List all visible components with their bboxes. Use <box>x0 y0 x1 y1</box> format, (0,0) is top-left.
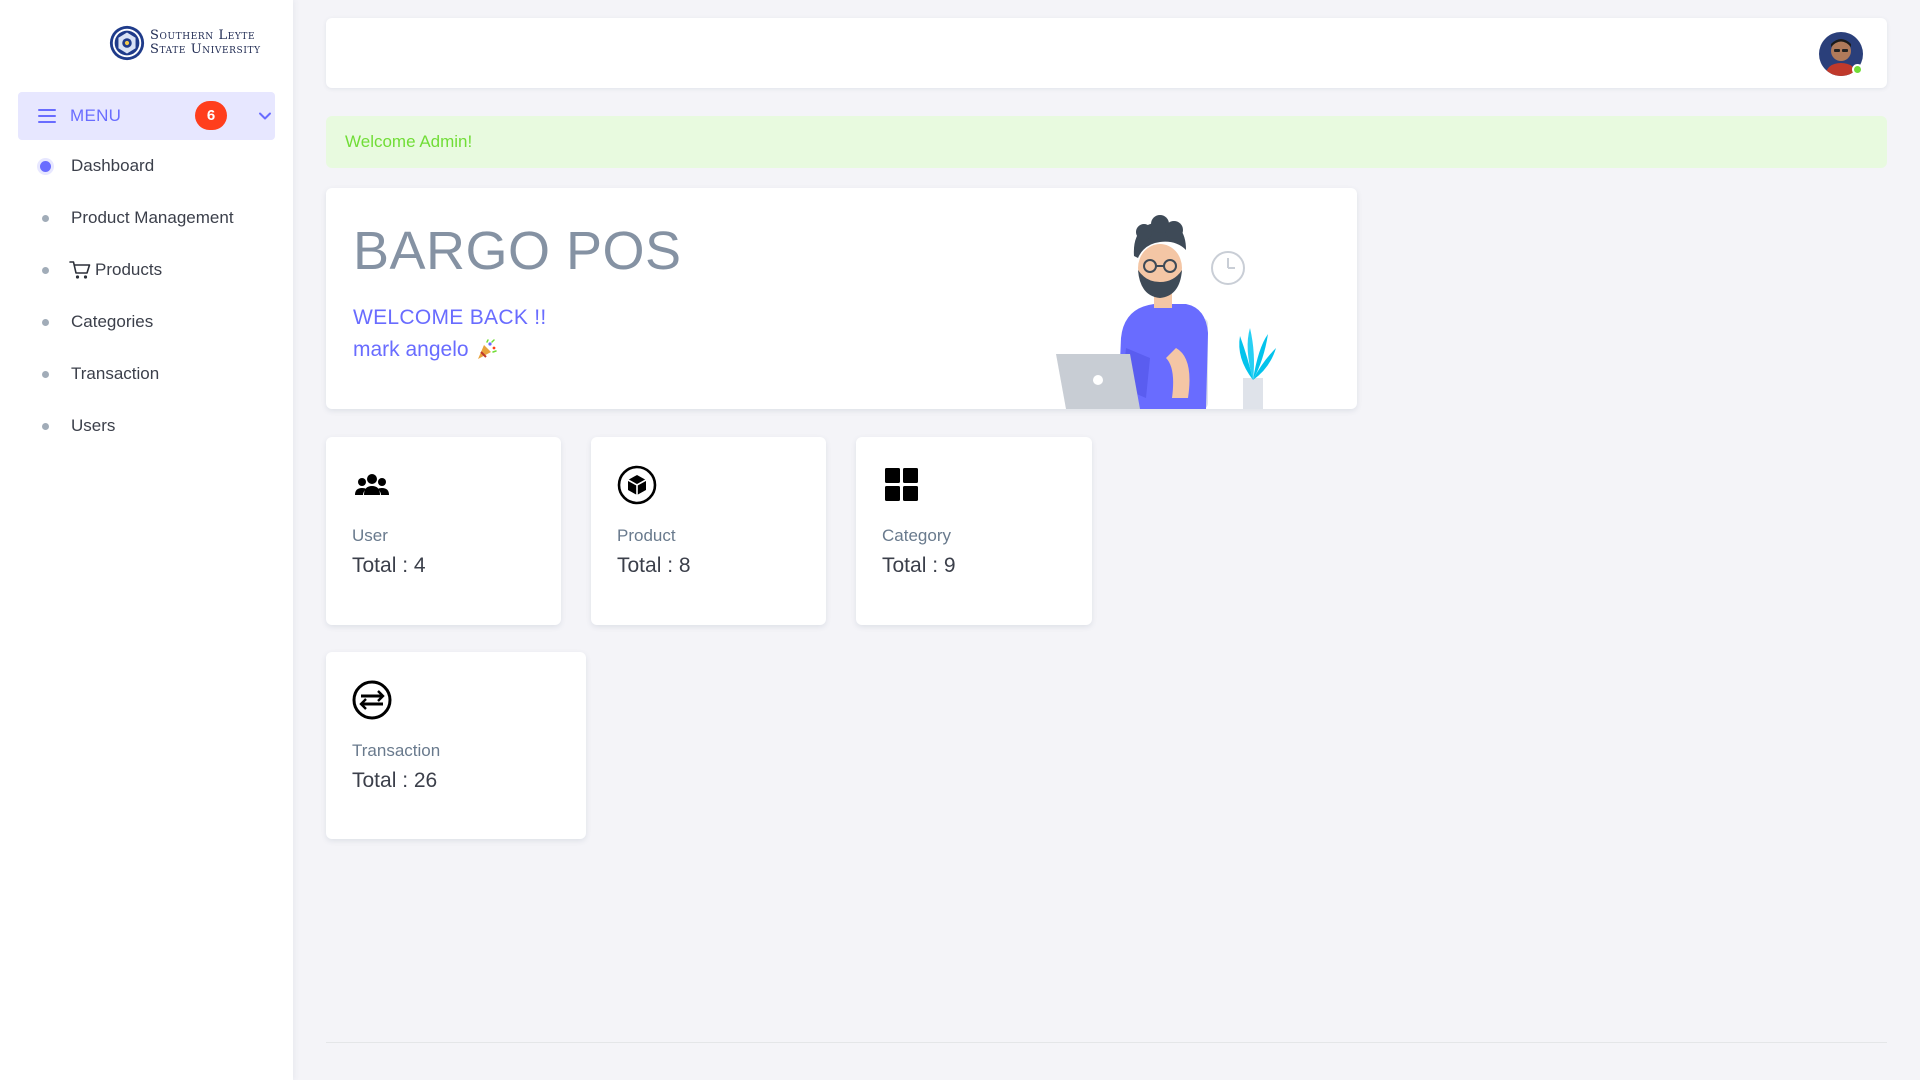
sidebar: Southern Leyte State University MENU 6 D… <box>0 0 293 1080</box>
sidebar-item-label: Categories <box>71 312 154 331</box>
brand-line-2: State University <box>150 42 261 57</box>
user-name-text: mark angelo <box>353 338 469 361</box>
app-title: BARGO POS <box>353 221 682 281</box>
stat-value: Total : 9 <box>882 554 956 577</box>
bullet-icon <box>42 318 49 326</box>
sidebar-item-label: Users <box>71 416 116 435</box>
sidebar-item-users[interactable]: Users <box>18 400 275 452</box>
hamburger-icon <box>38 109 56 123</box>
welcome-subtitle: WELCOME BACK !! <box>353 306 547 329</box>
sidebar-item-transaction[interactable]: Transaction <box>18 348 275 400</box>
university-seal-icon <box>109 25 145 61</box>
menu-count-badge: 6 <box>195 101 227 130</box>
party-popper-icon <box>477 339 497 359</box>
man-with-laptop-illustration <box>1056 215 1276 409</box>
user-avatar[interactable] <box>1819 32 1863 76</box>
stat-value: Total : 4 <box>352 554 426 577</box>
sidebar-item-label: Transaction <box>71 364 160 383</box>
transaction-icon <box>352 680 392 720</box>
stat-card-user[interactable]: User Total : 4 <box>326 437 561 625</box>
box-icon <box>617 465 657 505</box>
sidebar-item-dashboard[interactable]: Dashboard <box>18 140 275 192</box>
stat-label: Transaction <box>352 741 441 760</box>
grid-icon <box>882 465 922 505</box>
footer-divider <box>326 1042 1887 1043</box>
menu-toggle[interactable]: MENU 6 <box>18 92 275 140</box>
top-navbar <box>326 18 1887 88</box>
online-status-indicator <box>1852 64 1863 75</box>
welcome-alert: Welcome Admin! <box>326 116 1887 168</box>
brand-logo[interactable]: Southern Leyte State University <box>108 24 261 62</box>
sidebar-item-categories[interactable]: Categories <box>18 296 275 348</box>
chevron-down-icon[interactable] <box>258 109 272 123</box>
bullet-icon <box>42 422 49 430</box>
sidebar-item-product-management[interactable]: Product Management <box>18 192 275 244</box>
welcome-card: BARGO POS WELCOME BACK !! mark angelo <box>326 188 1357 409</box>
sidebar-item-products[interactable]: Products <box>18 244 275 296</box>
welcome-user-name: mark angelo <box>353 338 497 362</box>
active-bullet-icon <box>40 160 51 172</box>
stat-value: Total : 8 <box>617 554 691 577</box>
bullet-icon <box>42 370 49 378</box>
brand-line-1: Southern Leyte <box>150 28 256 43</box>
stat-label: Category <box>882 526 951 545</box>
stat-card-product[interactable]: Product Total : 8 <box>591 437 826 625</box>
stat-value: Total : 26 <box>352 769 438 792</box>
menu-label: MENU <box>70 106 122 125</box>
bullet-icon <box>42 266 49 274</box>
sidebar-item-label: Product Management <box>71 208 234 227</box>
users-icon <box>352 465 392 505</box>
stat-card-category[interactable]: Category Total : 9 <box>856 437 1092 625</box>
stat-card-transaction[interactable]: Transaction Total : 26 <box>326 652 586 839</box>
sidebar-item-label: Dashboard <box>71 156 155 175</box>
sidebar-item-label: Products <box>95 260 163 279</box>
cart-icon <box>69 261 91 279</box>
sidebar-nav: Dashboard Product Management Products Ca… <box>18 140 275 452</box>
brand-name: Southern Leyte State University <box>150 29 261 57</box>
stat-label: Product <box>617 526 676 545</box>
stat-label: User <box>352 526 388 545</box>
bullet-icon <box>42 214 49 222</box>
